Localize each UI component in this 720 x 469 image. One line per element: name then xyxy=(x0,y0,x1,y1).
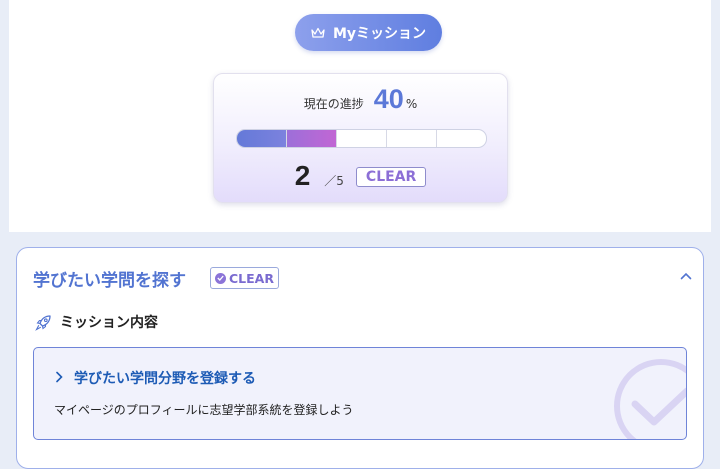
chevron-up-icon xyxy=(680,272,692,280)
rocket-icon xyxy=(35,314,52,331)
clear-badge: CLEAR xyxy=(355,167,427,187)
my-mission-label: Myミッション xyxy=(332,25,427,42)
progress-segment-filled xyxy=(237,130,287,147)
total-count: ／5 xyxy=(324,174,344,188)
progress-panel: Myミッション 現在の進捗 40 % 2 ／5 CLEAR xyxy=(9,0,711,232)
check-watermark-icon xyxy=(614,359,686,439)
progress-rate-value: 40 xyxy=(373,84,404,114)
progress-rate: 現在の進捗 40 % xyxy=(214,84,507,115)
progress-segment-empty xyxy=(387,130,437,147)
collapse-button[interactable] xyxy=(679,268,693,282)
mission-content-heading: ミッション内容 xyxy=(35,312,158,332)
task-item[interactable]: 学びたい学問分野を登録する マイページのプロフィールに志望学部系統を登録しよう xyxy=(33,347,687,440)
chevron-right-icon xyxy=(56,371,63,383)
mission-content-label: ミッション内容 xyxy=(60,315,158,331)
completed-count: 2 xyxy=(294,160,311,191)
progress-segment-empty xyxy=(437,130,486,147)
my-mission-button[interactable]: Myミッション xyxy=(295,14,442,51)
progress-segment-filled xyxy=(287,130,337,147)
progress-card: 現在の進捗 40 % 2 ／5 CLEAR xyxy=(213,73,508,203)
progress-segment-empty xyxy=(337,130,387,147)
progress-rate-unit: % xyxy=(405,97,418,111)
mission-card: 学びたい学問を探す CLEAR ミッション内容 学びたい学問分野を登録する マイ… xyxy=(16,247,704,469)
mission-title: 学びたい学問を探す xyxy=(33,271,186,291)
progress-rate-label: 現在の進捗 xyxy=(303,97,364,111)
crown-icon xyxy=(311,27,325,39)
task-description: マイページのプロフィールに志望学部系統を登録しよう xyxy=(54,403,354,417)
check-circle-icon xyxy=(215,272,226,284)
mission-clear-badge: CLEAR xyxy=(210,267,279,289)
task-title: 学びたい学問分野を登録する xyxy=(74,371,256,387)
progress-bar xyxy=(236,129,487,148)
mission-clear-label: CLEAR xyxy=(229,270,274,286)
mission-count: 2 ／5 CLEAR xyxy=(214,160,507,192)
